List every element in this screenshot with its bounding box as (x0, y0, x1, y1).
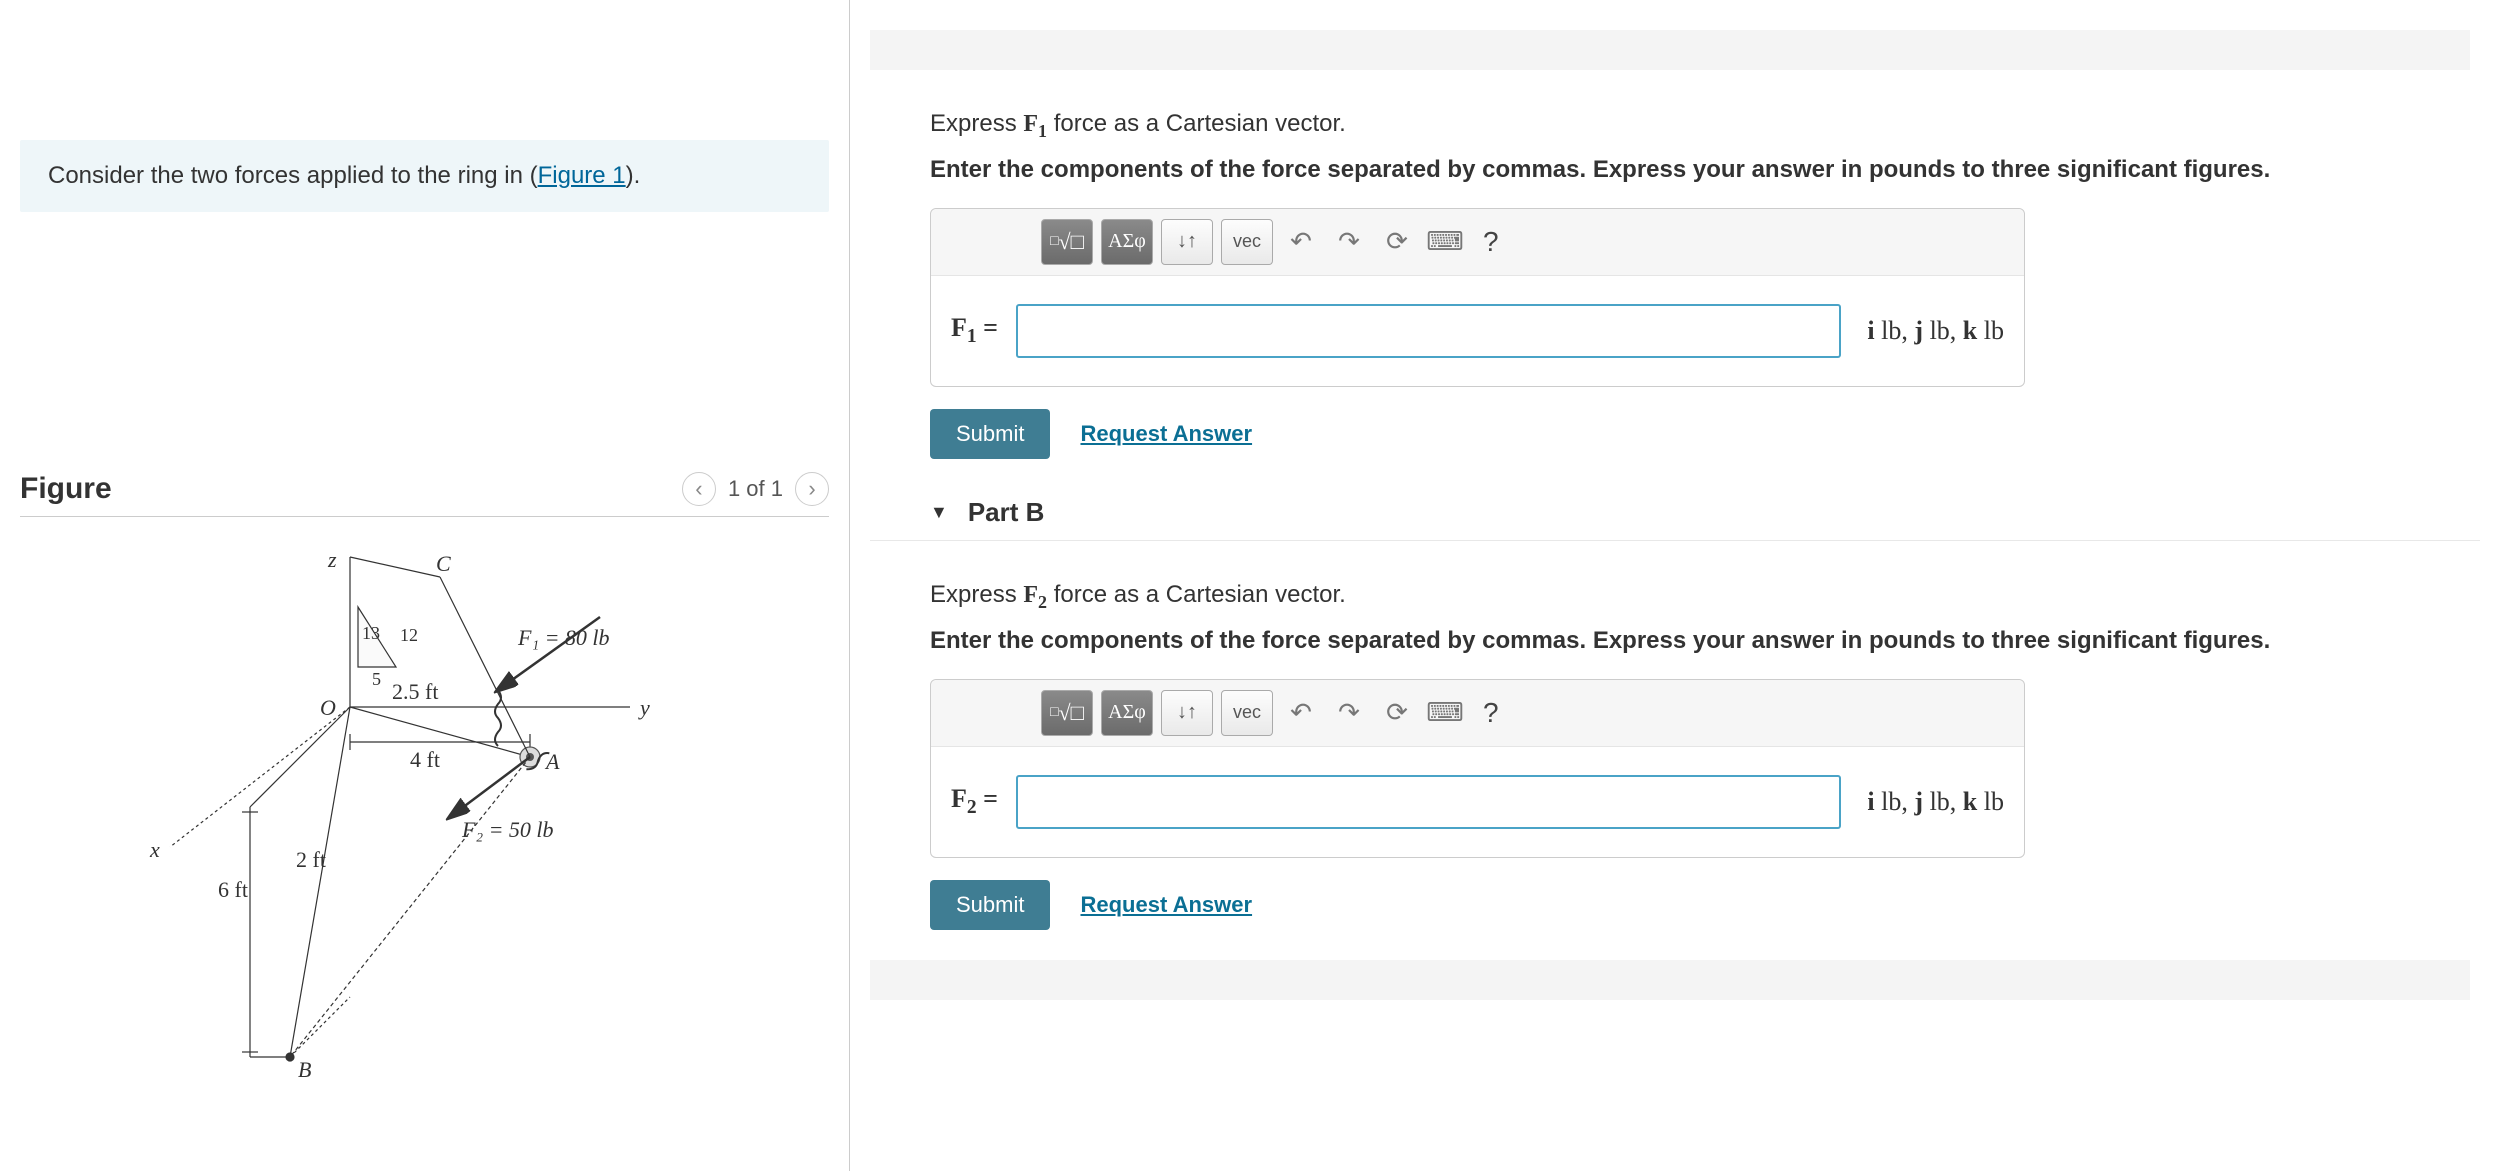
figure-counter: 1 of 1 (728, 476, 783, 502)
part-b-toolbar: □√□ ΑΣφ ↓↑ vec ↶ ↷ ⟳ ⌨ ? (931, 680, 2024, 747)
part-a-input-label: F1 = (951, 313, 998, 348)
reset-icon[interactable]: ⟳ (1377, 226, 1417, 257)
figure-prev-button[interactable]: ‹ (682, 472, 716, 506)
point-c-label: C (436, 551, 451, 576)
pb-var: F (1023, 582, 1038, 608)
part-a-answer-box: □√□ ΑΣφ ↓↑ vec ↶ ↷ ⟳ ⌨ ? F1 = i lb, j lb… (930, 208, 2025, 387)
vec-button[interactable]: vec (1221, 690, 1273, 736)
part-b-header[interactable]: ▼ Part B (870, 479, 2480, 541)
part-b-answer-box: □√□ ΑΣφ ↓↑ vec ↶ ↷ ⟳ ⌨ ? F2 = i lb, j lb… (930, 679, 2025, 858)
part-a-toolbar: □√□ ΑΣφ ↓↑ vec ↶ ↷ ⟳ ⌨ ? (931, 209, 2024, 276)
part-a-actions: Submit Request Answer (930, 409, 2480, 459)
dim-6ft: 6 ft (218, 877, 248, 902)
part-b-units: i lb, j lb, k lb (1867, 787, 2004, 817)
axis-z-label: z (327, 547, 337, 572)
figure-diagram: z y x O 2.5 ft 4 ft A (20, 517, 829, 1102)
help-icon[interactable]: ? (1483, 226, 1499, 258)
left-panel: Consider the two forces applied to the r… (0, 0, 850, 1171)
figure-section: Figure ‹ 1 of 1 › z y x O (20, 472, 829, 1102)
part-b-instructions: Enter the components of the force separa… (930, 627, 2480, 655)
part-a-submit-button[interactable]: Submit (930, 409, 1050, 459)
greek-button[interactable]: ΑΣφ (1101, 690, 1153, 736)
collapse-icon: ▼ (930, 502, 948, 523)
part-b-content: Express F2 force as a Cartesian vector. … (930, 551, 2480, 940)
reset-icon[interactable]: ⟳ (1377, 697, 1417, 728)
part-b-submit-button[interactable]: Submit (930, 880, 1050, 930)
undo-icon[interactable]: ↶ (1281, 697, 1321, 728)
dim-2-5ft: 2.5 ft (392, 679, 438, 704)
intro-text-prefix: Consider the two forces applied to the r… (48, 162, 538, 189)
vec-button[interactable]: vec (1221, 219, 1273, 265)
tri-base: 5 (372, 669, 381, 689)
figure-header: Figure ‹ 1 of 1 › (20, 472, 829, 517)
pa-var: F (1023, 111, 1038, 137)
undo-icon[interactable]: ↶ (1281, 226, 1321, 257)
part-b-prompt: Express F2 force as a Cartesian vector. (930, 581, 2480, 613)
part-b-request-answer-link[interactable]: Request Answer (1080, 892, 1252, 918)
template-button[interactable]: □√□ (1041, 219, 1093, 265)
figure-nav: ‹ 1 of 1 › (682, 472, 829, 506)
axis-x-label: x (149, 837, 160, 862)
part-a-content: Express F1 force as a Cartesian vector. … (930, 80, 2480, 469)
template-button[interactable]: □√□ (1041, 690, 1093, 736)
pb-suffix: force as a Cartesian vector. (1047, 581, 1346, 608)
right-panel: Express F1 force as a Cartesian vector. … (850, 0, 2510, 1171)
f1-label: F₁ = 80 lb (517, 625, 610, 650)
part-a-answer-input[interactable] (1016, 304, 1841, 358)
updown-button[interactable]: ↓↑ (1161, 690, 1213, 736)
redo-icon[interactable]: ↷ (1329, 697, 1369, 728)
tri-vert: 12 (400, 625, 418, 645)
part-a-request-answer-link[interactable]: Request Answer (1080, 421, 1252, 447)
part-b-answer-input[interactable] (1016, 775, 1841, 829)
point-b-label: B (298, 1057, 311, 1082)
keyboard-icon[interactable]: ⌨ (1425, 226, 1465, 257)
help-icon[interactable]: ? (1483, 697, 1499, 729)
figure-next-button[interactable]: › (795, 472, 829, 506)
part-a-instructions: Enter the components of the force separa… (930, 156, 2480, 184)
dim-2ft: 2 ft (296, 847, 326, 872)
figure-link[interactable]: Figure 1 (538, 162, 626, 189)
part-b-input-row: F2 = i lb, j lb, k lb (931, 747, 2024, 857)
part-a-header-band (870, 30, 2470, 70)
dim-4ft: 4 ft (410, 747, 440, 772)
part-b-input-label: F2 = (951, 784, 998, 819)
part-b-title: Part B (968, 497, 1045, 528)
pa-prefix: Express (930, 110, 1023, 137)
tri-hyp: 13 (362, 623, 380, 643)
part-b-actions: Submit Request Answer (930, 880, 2480, 930)
pa-suffix: force as a Cartesian vector. (1047, 110, 1346, 137)
redo-icon[interactable]: ↷ (1329, 226, 1369, 257)
part-a-prompt: Express F1 force as a Cartesian vector. (930, 110, 2480, 142)
part-a-units: i lb, j lb, k lb (1867, 316, 2004, 346)
greek-button[interactable]: ΑΣφ (1101, 219, 1153, 265)
keyboard-icon[interactable]: ⌨ (1425, 697, 1465, 728)
problem-intro: Consider the two forces applied to the r… (20, 140, 829, 212)
updown-button[interactable]: ↓↑ (1161, 219, 1213, 265)
intro-text-suffix: ). (626, 162, 641, 189)
pa-sub: 1 (1038, 121, 1047, 141)
pb-sub: 2 (1038, 592, 1047, 612)
bottom-band (870, 960, 2470, 1000)
f2-label: F₂ = 50 lb (461, 817, 554, 842)
axis-y-label: y (638, 695, 650, 720)
figure-title: Figure (20, 472, 112, 506)
point-o-label: O (320, 695, 336, 720)
part-a-input-row: F1 = i lb, j lb, k lb (931, 276, 2024, 386)
pb-prefix: Express (930, 581, 1023, 608)
